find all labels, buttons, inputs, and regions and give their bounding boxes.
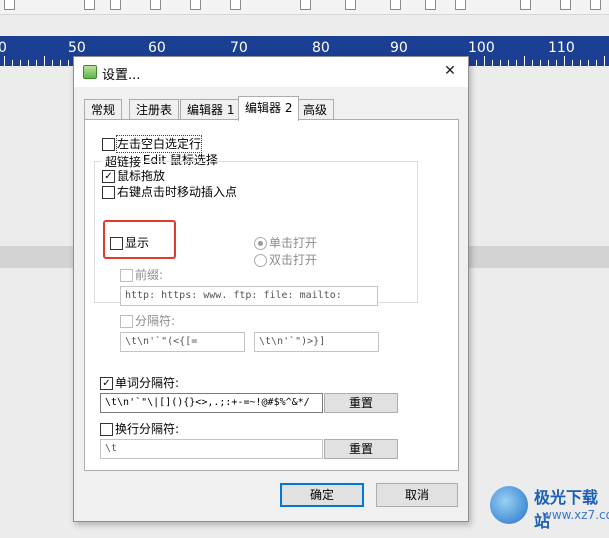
word-separator-field[interactable]: \t\n'`"\|[](){}<>,.;:+-=~!@#$%^&*/ [100,393,323,413]
app-icon [83,65,97,79]
tab-registry[interactable]: 注册表 [129,99,180,120]
option-label: 左击空白选定行 [115,135,203,153]
watermark: 极光下载站 www.xz7.com [490,480,609,534]
option-label: 单词分隔符: [115,376,180,390]
tab-advanced[interactable]: 高级 [296,99,335,120]
line-separator-reset-button[interactable]: 重置 [324,439,398,459]
checkbox-checked[interactable]: ✓ [100,377,113,390]
toolbar-icon[interactable] [150,0,161,10]
checkbox[interactable] [100,423,113,436]
separator-left-field[interactable]: \t\n'`"(<{[= [120,332,245,352]
cancel-button[interactable]: 取消 [376,483,458,507]
checkbox[interactable] [102,138,115,151]
toolbar-icon[interactable] [455,0,466,10]
separator-right-field[interactable]: \t\n'`")>}] [254,332,379,352]
ruler-number: 0 [0,40,7,56]
ruler-tick [4,56,5,66]
toolbar-icon[interactable] [345,0,356,10]
toolbar-icon[interactable] [300,0,311,10]
title-bar[interactable]: 设置... ✕ [74,57,468,87]
toolbar-icon[interactable] [425,0,436,10]
radio-label: 双击打开 [269,253,318,267]
ruler-number: 50 [68,40,86,56]
highlight-annotation [103,220,176,259]
ruler-number: 80 [312,40,330,56]
toolbar-icon[interactable] [4,0,15,10]
watermark-logo-icon [490,486,528,524]
option-label: 前缀: [135,268,164,282]
ruler-tick [44,56,45,66]
tab-general[interactable]: 常规 [84,99,123,120]
close-button[interactable]: ✕ [440,61,460,81]
option-label: 分隔符: [135,314,176,328]
watermark-url: www.xz7.com [542,508,609,522]
app-toolbar [0,0,609,15]
toolbar-icon[interactable] [230,0,241,10]
tab-editor-2[interactable]: 编辑器 2 [238,96,300,121]
ruler-tick [484,56,485,66]
ruler-number: 70 [230,40,248,56]
option-label: 换行分隔符: [115,422,180,436]
toolbar-icon[interactable] [560,0,571,10]
ruler-number: 60 [148,40,166,56]
group-title: 超链接 [102,153,145,170]
toolbar-icon[interactable] [84,0,95,10]
ruler-tick [604,56,605,66]
toolbar-icon[interactable] [190,0,201,10]
line-separator-field[interactable]: \t [100,439,323,459]
ruler-number: 90 [390,40,408,56]
toolbar-icon[interactable] [110,0,121,10]
toolbar-icon[interactable] [590,0,601,10]
radio-button[interactable] [254,254,267,267]
prefix-field[interactable]: http: https: www. ftp: file: mailto: [120,286,378,306]
toolbar-icon[interactable] [390,0,401,10]
radio-button[interactable] [254,237,267,250]
ruler-number: 110 [548,40,575,56]
dialog-title: 设置... [102,68,141,83]
ruler-tick [524,56,525,66]
radio-label: 单击打开 [269,236,318,250]
checkbox[interactable] [120,315,133,328]
toolbar-icon[interactable] [520,0,531,10]
settings-dialog: 设置... ✕ 常规 注册表 编辑器 1 编辑器 2 高级 左击空白选定行 ✓ … [73,56,469,522]
ruler-tick [564,56,565,66]
tab-editor-1[interactable]: 编辑器 1 [180,99,242,120]
ruler-number: 100 [468,40,495,56]
word-separator-reset-button[interactable]: 重置 [324,393,398,413]
ok-button[interactable]: 确定 [280,483,364,507]
checkbox[interactable] [120,269,133,282]
